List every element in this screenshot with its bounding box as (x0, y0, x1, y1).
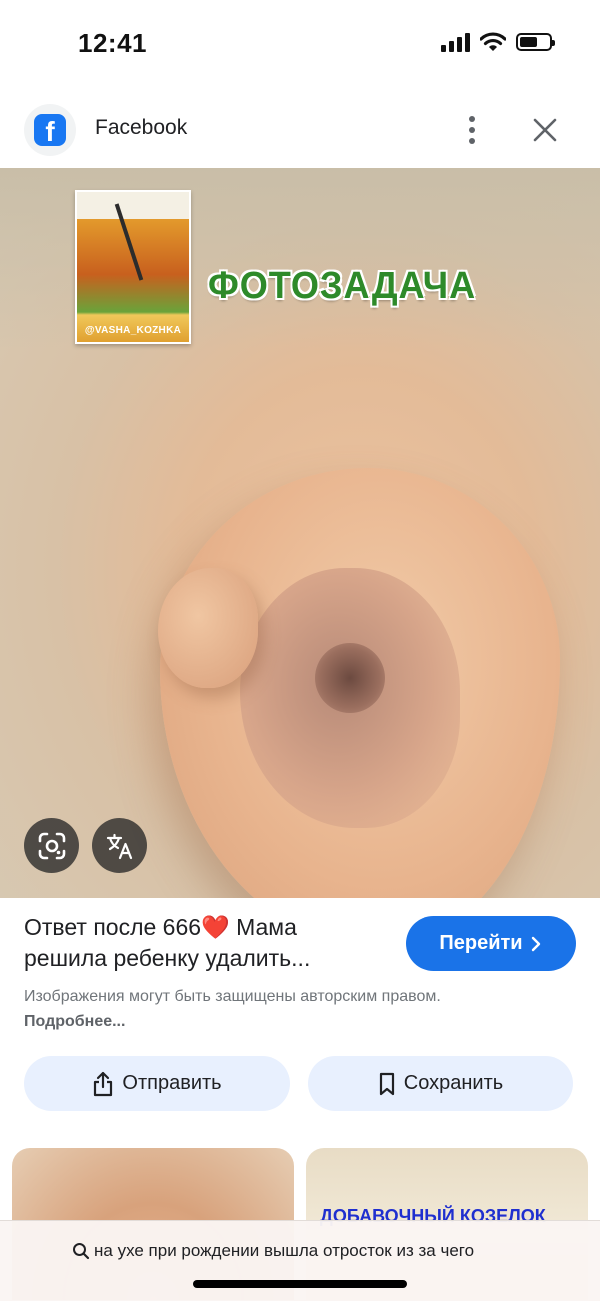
home-indicator[interactable] (193, 1280, 407, 1288)
chevron-right-icon (531, 936, 540, 951)
source-name[interactable]: Facebook (95, 116, 187, 140)
copyright-text: Изображения могут быть защищены авторски… (24, 988, 441, 1005)
save-button-label: Сохранить (403, 1072, 504, 1094)
share-button-label: Отправить (122, 1072, 222, 1094)
visit-button-label: Перейти (439, 932, 523, 954)
cellular-signal-icon (441, 32, 470, 52)
watermark-logo: @VASHA_KOZHKA (75, 190, 191, 344)
status-bar: 12:41 (0, 0, 600, 90)
battery-icon (516, 33, 555, 51)
more-vertical-icon (469, 116, 475, 122)
translate-button[interactable] (92, 818, 147, 873)
close-icon (533, 118, 557, 142)
bookmark-icon (379, 1072, 394, 1095)
image-overlay-title: ФОТОЗАДАЧА (208, 265, 477, 307)
search-query-text: на ухе при рождении вышла отросток из за… (94, 1241, 475, 1260)
google-lens-icon (38, 832, 65, 859)
status-time: 12:41 (78, 28, 147, 58)
learn-more-link[interactable]: Подробнее... (24, 1013, 125, 1030)
visit-button[interactable]: Перейти (406, 916, 576, 971)
source-logo[interactable]: f (24, 104, 76, 156)
share-icon (94, 1071, 113, 1096)
copyright-notice: Изображения могут быть защищены авторски… (24, 984, 474, 1034)
ear-tag-growth (158, 568, 258, 688)
close-button[interactable] (525, 110, 565, 150)
translate-icon (106, 833, 132, 859)
facebook-logo-icon: f (34, 114, 66, 146)
search-bar[interactable]: на ухе при рождении вышла отросток из за… (0, 1220, 600, 1301)
battery-level-fill (520, 37, 537, 47)
result-title[interactable]: Ответ после 666❤️ Мама решила ребенку уд… (24, 912, 384, 974)
source-header: f Facebook (0, 100, 600, 160)
search-icon (73, 1243, 90, 1260)
wifi-icon (480, 32, 506, 51)
save-button[interactable]: Сохранить (308, 1056, 573, 1111)
google-lens-button[interactable] (24, 818, 79, 873)
share-button[interactable]: Отправить (24, 1056, 290, 1111)
ear-canal (315, 643, 385, 713)
status-icons (441, 32, 555, 52)
watermark-handle: @VASHA_KOZHKA (84, 325, 182, 336)
more-options-button[interactable] (452, 110, 492, 150)
search-query-wrap[interactable]: на ухе при рождении вышла отросток из за… (72, 1241, 474, 1261)
